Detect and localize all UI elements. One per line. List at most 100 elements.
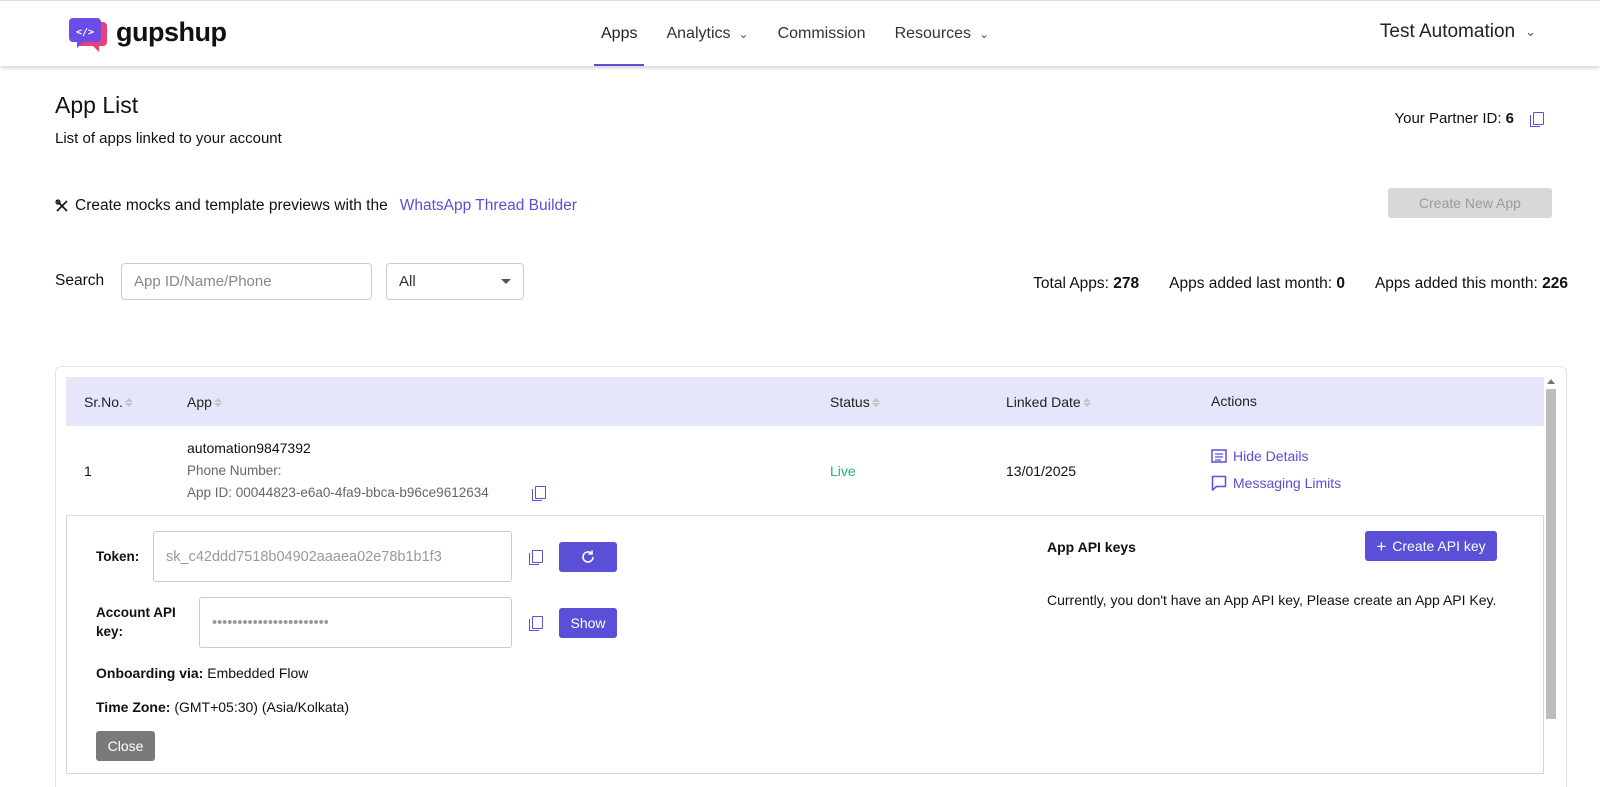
top-header: </> gupshup Apps Analytics ⌄ Commission R… — [0, 0, 1600, 66]
user-menu[interactable]: Test Automation ⌄ — [1380, 21, 1536, 43]
stat-last-month-label: Apps added last month: — [1169, 275, 1333, 292]
app-details-panel: Token: sk_c42ddd7518b04902aaaea02e78b1b1… — [66, 516, 1544, 774]
stat-this-month: Apps added this month: 226 — [1375, 275, 1568, 293]
messaging-limits-link[interactable]: Messaging Limits — [1211, 475, 1341, 491]
create-api-key-button[interactable]: + Create API key — [1365, 531, 1497, 561]
col-app[interactable]: App — [187, 394, 222, 410]
sort-icon — [871, 397, 880, 407]
scrollbar-thumb[interactable] — [1546, 389, 1556, 719]
nav-resources-label: Resources — [894, 25, 972, 42]
tools-icon — [55, 199, 68, 212]
copy-icon[interactable] — [532, 486, 546, 501]
nav-apps[interactable]: Apps — [594, 1, 645, 67]
nav-analytics[interactable]: Analytics ⌄ — [659, 1, 755, 67]
account-api-key-label-line1: Account API — [96, 605, 176, 620]
close-details-button[interactable]: Close — [96, 731, 155, 761]
chevron-down-icon: ⌄ — [1525, 24, 1536, 39]
show-api-key-button[interactable]: Show — [559, 608, 617, 638]
col-actions: Actions — [1211, 393, 1257, 409]
onboarding-info: Onboarding via: Embedded Flow — [96, 665, 308, 681]
no-api-keys-message: Currently, you don't have an App API key… — [1047, 592, 1497, 608]
copy-icon[interactable] — [1530, 111, 1544, 127]
status-filter-select[interactable]: All — [386, 263, 524, 300]
col-sr-no-label: Sr.No. — [84, 394, 123, 410]
copy-icon[interactable] — [529, 550, 543, 565]
table-row: 1 automation9847392 Phone Number: App ID… — [66, 426, 1544, 516]
status-badge: Live — [830, 463, 856, 479]
partner-id: Your Partner ID: 6 — [1394, 110, 1544, 127]
caret-down-icon — [501, 279, 511, 284]
nav-commission-label: Commission — [777, 25, 866, 42]
user-name: Test Automation — [1379, 21, 1516, 42]
timezone-label: Time Zone: — [96, 699, 171, 715]
col-linked-date-label: Linked Date — [1006, 394, 1081, 410]
token-label: Token: — [96, 549, 140, 564]
create-new-app-button[interactable]: Create New App — [1388, 188, 1552, 218]
scroll-up-icon[interactable] — [1547, 379, 1555, 384]
hide-details-link[interactable]: Hide Details — [1211, 448, 1308, 464]
sort-icon — [213, 397, 222, 407]
nav-resources[interactable]: Resources ⌄ — [888, 1, 997, 67]
timezone-info: Time Zone: (GMT+05:30) (Asia/Kolkata) — [96, 699, 349, 715]
onboarding-value: Embedded Flow — [207, 665, 309, 681]
onboarding-label: Onboarding via: — [96, 665, 204, 681]
table-header: Sr.No. App Status Linked Date Actions — [66, 377, 1544, 426]
sort-icon — [124, 397, 133, 407]
col-sr-no[interactable]: Sr.No. — [84, 394, 133, 410]
chat-icon — [1211, 475, 1227, 491]
logo-icon: </> — [69, 18, 107, 52]
stat-last-month: Apps added last month: 0 — [1169, 275, 1345, 293]
col-linked-date[interactable]: Linked Date — [1006, 394, 1091, 410]
search-label: Search — [55, 272, 105, 289]
stat-this-month-label: Apps added this month: — [1374, 275, 1538, 292]
logo[interactable]: </> gupshup — [69, 16, 227, 54]
nav-commission[interactable]: Commission — [771, 1, 873, 67]
messaging-limits-label: Messaging Limits — [1233, 475, 1342, 491]
page-subtitle: List of apps linked to your account — [55, 130, 282, 147]
partner-id-label: Your Partner ID: — [1394, 110, 1502, 127]
app-id: App ID: 00044823-e6a0-4fa9-bbca-b96ce961… — [187, 485, 489, 500]
account-api-key-label-line2: key: — [96, 624, 124, 639]
linked-date: 13/01/2025 — [1006, 463, 1077, 479]
app-api-keys-title: App API keys — [1047, 539, 1136, 555]
account-api-key-field[interactable]: ••••••••••••••••••••••• — [199, 597, 512, 648]
list-icon — [1211, 449, 1227, 463]
col-status-label: Status — [830, 394, 870, 410]
chevron-down-icon: ⌄ — [979, 27, 990, 41]
col-app-label: App — [187, 394, 212, 410]
row-sr-no: 1 — [84, 463, 92, 479]
refresh-icon — [582, 550, 594, 563]
search-input[interactable] — [121, 263, 372, 300]
page-title: App List — [55, 92, 139, 118]
app-phone: Phone Number: — [187, 463, 282, 478]
col-status[interactable]: Status — [830, 394, 880, 410]
stat-total-value: 278 — [1113, 275, 1140, 292]
thread-builder-banner: Create mocks and template previews with … — [55, 197, 577, 215]
sort-icon — [1082, 397, 1091, 407]
app-name: automation9847392 — [187, 440, 311, 456]
main-nav: Apps Analytics ⌄ Commission Resources ⌄ — [594, 1, 1011, 67]
hide-details-label: Hide Details — [1233, 448, 1309, 464]
timezone-value: (GMT+05:30) (Asia/Kolkata) — [174, 699, 349, 715]
chevron-down-icon: ⌄ — [738, 27, 749, 41]
token-field[interactable]: sk_c42ddd7518b04902aaaea02e78b1b1f3 — [153, 531, 512, 582]
create-api-key-label: Create API key — [1392, 538, 1486, 554]
nav-apps-label: Apps — [601, 25, 638, 42]
svg-text:</>: </> — [76, 27, 94, 38]
thread-builder-link[interactable]: WhatsApp Thread Builder — [400, 197, 577, 215]
table-scrollbar[interactable] — [1546, 377, 1556, 787]
stat-last-month-value: 0 — [1336, 275, 1345, 292]
app-stats: Total Apps: 278 Apps added last month: 0… — [1033, 275, 1568, 293]
stat-total-label: Total Apps: — [1033, 275, 1109, 292]
nav-analytics-label: Analytics — [666, 25, 731, 42]
brand-name: gupshup — [116, 16, 227, 47]
partner-id-value: 6 — [1505, 110, 1514, 127]
plus-icon: + — [1376, 536, 1387, 556]
copy-icon[interactable] — [529, 616, 543, 631]
builder-text: Create mocks and template previews with … — [75, 197, 388, 214]
regenerate-token-button[interactable] — [559, 542, 617, 572]
stat-total: Total Apps: 278 — [1033, 275, 1139, 293]
status-filter-value: All — [399, 273, 416, 290]
col-actions-label: Actions — [1211, 393, 1257, 409]
apps-table-card: Sr.No. App Status Linked Date Actions 1 … — [55, 366, 1567, 787]
